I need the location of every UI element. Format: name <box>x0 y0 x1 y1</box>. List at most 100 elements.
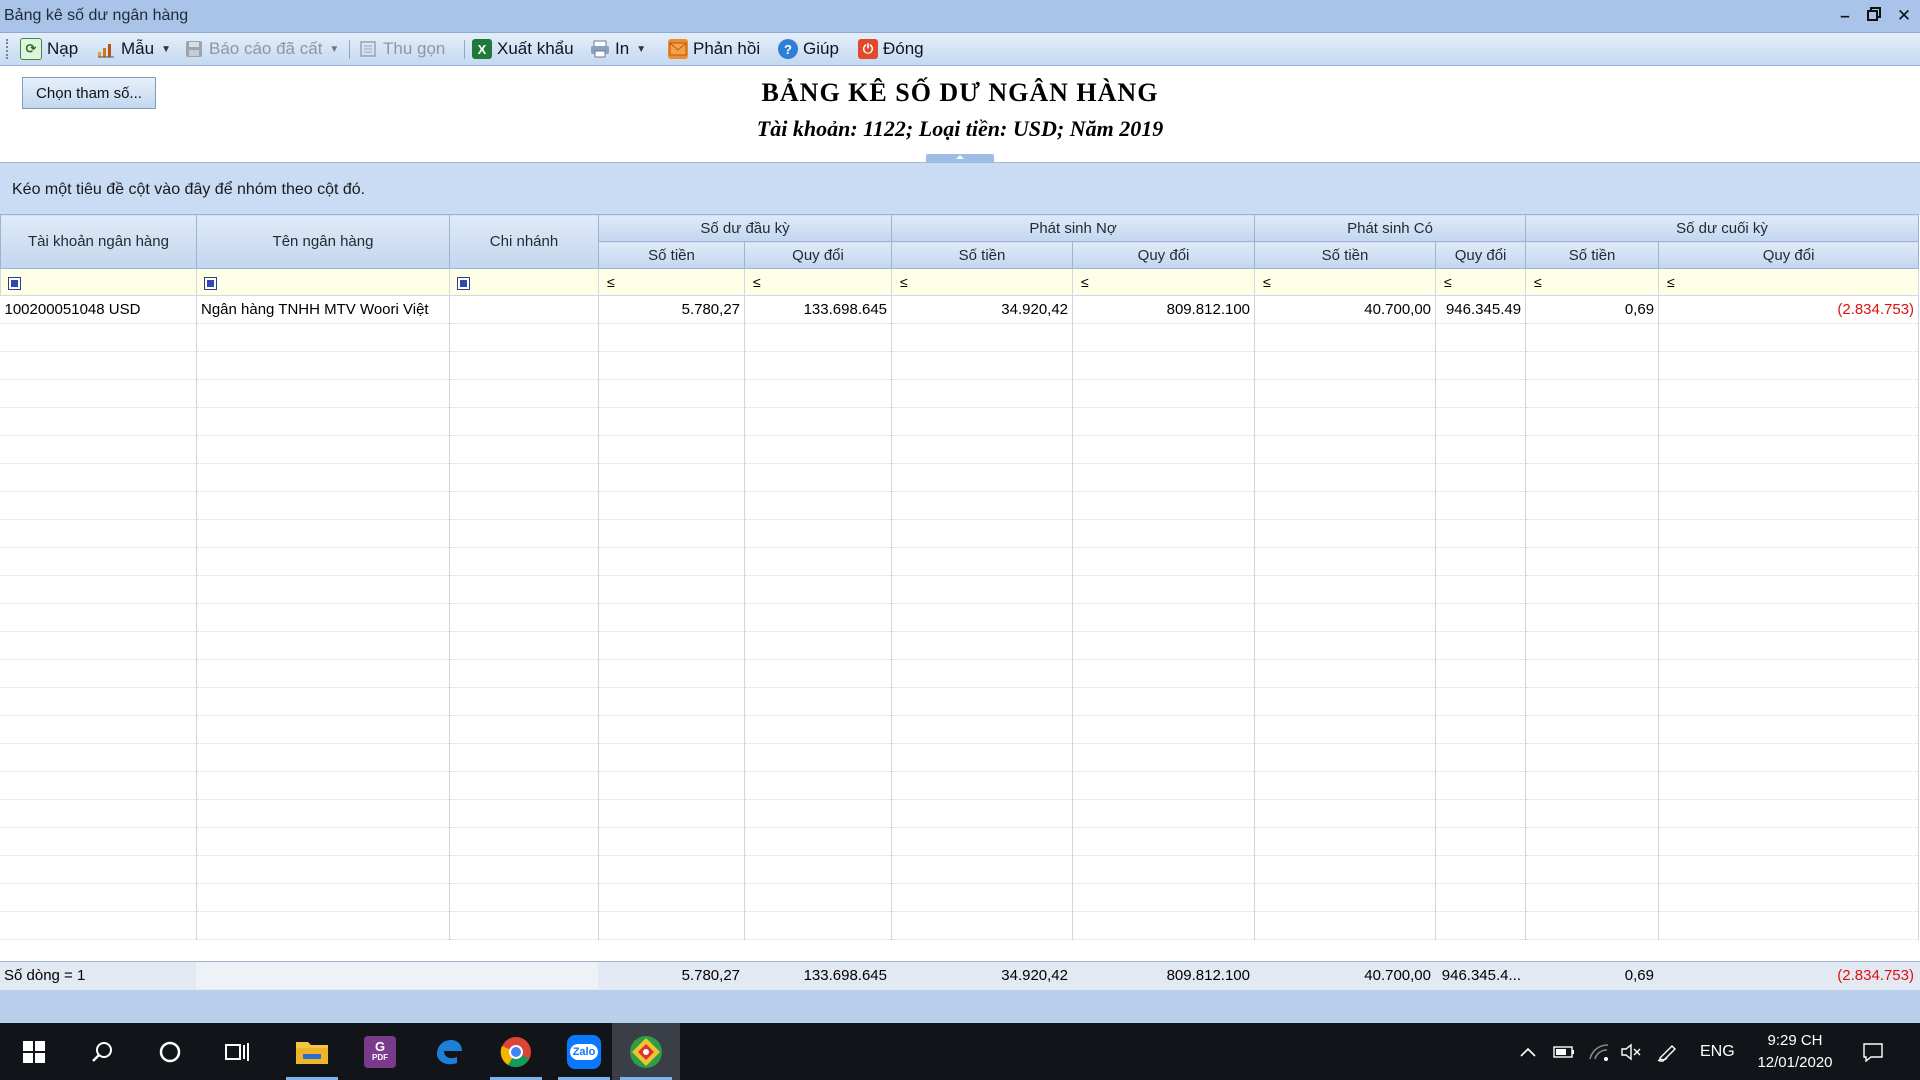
table-row[interactable]: 100200051048 USD Ngân hàng TNHH MTV Woor… <box>0 295 1920 324</box>
template-button[interactable]: Mẫu ▼ <box>96 36 171 62</box>
cell-closing-converted[interactable]: (2.834.753) <box>1658 295 1920 324</box>
cortana-button[interactable] <box>136 1023 204 1080</box>
col-header-closing-converted[interactable]: Quy đổi <box>1658 241 1920 269</box>
export-button[interactable]: X Xuất khẩu <box>472 36 574 62</box>
empty-cell <box>449 407 599 436</box>
cell-branch[interactable] <box>449 295 599 324</box>
cell-bank[interactable]: Ngân hàng TNHH MTV Woori Việt <box>196 295 450 324</box>
input-language[interactable]: ENG <box>1700 1023 1735 1080</box>
col-header-credit-converted[interactable]: Quy đổi <box>1435 241 1527 269</box>
col-header-debit-converted[interactable]: Quy đổi <box>1072 241 1256 269</box>
chrome-button[interactable] <box>482 1023 550 1080</box>
band-header-credit[interactable]: Phát sinh Có <box>1254 214 1527 242</box>
start-button[interactable] <box>0 1023 68 1080</box>
empty-cell <box>598 463 745 492</box>
cell-debit-amount[interactable]: 34.920,42 <box>891 295 1074 324</box>
close-button[interactable]: ⏻ Đóng <box>858 36 924 62</box>
cell-account[interactable]: 100200051048 USD <box>0 295 197 324</box>
cell-opening-converted[interactable]: 133.698.645 <box>744 295 893 324</box>
filter-cell-credit-amount[interactable]: ≤ <box>1254 268 1437 296</box>
minimize-button[interactable]: – <box>1833 4 1857 28</box>
filter-condition-icon[interactable] <box>204 276 217 290</box>
empty-table-row <box>0 799 1920 828</box>
band-header-opening[interactable]: Số dư đầu kỳ <box>597 214 893 242</box>
empty-cell <box>196 911 450 940</box>
summary-footer: Số dòng = 1 5.780,27 133.698.645 34.920,… <box>0 961 1920 991</box>
zalo-button[interactable]: Zalo <box>550 1023 618 1080</box>
restore-button[interactable] <box>1862 4 1886 28</box>
group-by-panel[interactable]: Kéo một tiêu đề cột vào đây để nhóm theo… <box>0 162 1920 215</box>
empty-table-row <box>0 379 1920 408</box>
cell-opening-amount[interactable]: 5.780,27 <box>598 295 745 324</box>
col-header-bank[interactable]: Tên ngân hàng <box>196 214 450 269</box>
empty-cell <box>891 715 1074 744</box>
action-center-button[interactable] <box>1862 1023 1884 1080</box>
filter-cell-closing-converted[interactable]: ≤ <box>1658 268 1920 296</box>
col-header-debit-amount[interactable]: Số tiền <box>891 241 1074 269</box>
filter-condition-icon[interactable] <box>457 276 470 290</box>
filter-cell-bank[interactable] <box>196 268 450 296</box>
filter-operator[interactable]: ≤ <box>1263 274 1271 290</box>
filter-cell-debit-converted[interactable]: ≤ <box>1072 268 1256 296</box>
band-header-closing[interactable]: Số dư cuối kỳ <box>1525 214 1920 242</box>
col-header-opening-amount[interactable]: Số tiền <box>598 241 745 269</box>
cell-closing-amount[interactable]: 0,69 <box>1525 295 1660 324</box>
empty-cell <box>1435 799 1527 828</box>
reload-button[interactable]: ⟳ Nạp <box>20 36 78 62</box>
filter-operator[interactable]: ≤ <box>1081 274 1089 290</box>
print-button[interactable]: In ▼ <box>590 36 646 62</box>
col-header-closing-amount[interactable]: Số tiền <box>1525 241 1660 269</box>
task-view-button[interactable] <box>204 1023 272 1080</box>
filter-operator[interactable]: ≤ <box>607 274 615 290</box>
close-window-button[interactable]: ✕ <box>1892 4 1916 28</box>
edge-button[interactable] <box>414 1023 482 1080</box>
volume-muted-icon[interactable] <box>1620 1023 1642 1080</box>
filter-condition-icon[interactable] <box>8 276 21 290</box>
empty-cell <box>0 883 197 912</box>
empty-cell <box>744 743 893 772</box>
collapse-header-handle[interactable] <box>926 154 994 162</box>
feedback-button[interactable]: Phản hồi <box>668 36 760 62</box>
filter-operator[interactable]: ≤ <box>753 274 761 290</box>
filter-cell-closing-amount[interactable]: ≤ <box>1525 268 1660 296</box>
filter-operator[interactable]: ≤ <box>1667 274 1675 290</box>
filter-operator[interactable]: ≤ <box>1444 274 1452 290</box>
band-header-debit[interactable]: Phát sinh Nợ <box>891 214 1256 242</box>
system-clock[interactable]: 9:29 CH 12/01/2020 <box>1750 1023 1840 1080</box>
collapse-button[interactable]: Thu gọn <box>358 36 445 62</box>
filter-cell-opening-amount[interactable]: ≤ <box>598 268 745 296</box>
empty-cell <box>744 883 893 912</box>
accounting-app-button[interactable] <box>612 1023 680 1080</box>
empty-cell <box>1658 323 1920 352</box>
col-header-branch[interactable]: Chi nhánh <box>449 214 599 269</box>
col-header-account[interactable]: Tài khoản ngân hàng <box>0 214 197 269</box>
cell-debit-converted[interactable]: 809.812.100 <box>1072 295 1256 324</box>
cell-credit-amount[interactable]: 40.700,00 <box>1254 295 1437 324</box>
filter-cell-account[interactable] <box>0 268 197 296</box>
col-header-opening-converted[interactable]: Quy đổi <box>743 241 893 269</box>
file-explorer-button[interactable] <box>278 1023 346 1080</box>
battery-icon[interactable] <box>1553 1023 1575 1080</box>
filter-cell-debit-amount[interactable]: ≤ <box>891 268 1074 296</box>
search-button[interactable] <box>68 1023 136 1080</box>
empty-cell <box>1435 407 1527 436</box>
empty-cell <box>1435 351 1527 380</box>
saved-reports-button[interactable]: Báo cáo đã cất ▼ <box>184 36 339 62</box>
wifi-icon[interactable] <box>1588 1023 1610 1080</box>
empty-cell <box>598 883 745 912</box>
empty-cell <box>196 435 450 464</box>
filter-operator[interactable]: ≤ <box>1534 274 1542 290</box>
help-button[interactable]: ? Giúp <box>778 36 839 62</box>
col-header-credit-amount[interactable]: Số tiền <box>1254 241 1437 269</box>
filter-cell-credit-converted[interactable]: ≤ <box>1435 268 1527 296</box>
cell-credit-converted[interactable]: 946.345.49 <box>1435 295 1527 324</box>
filter-cell-branch[interactable] <box>449 268 599 296</box>
filter-cell-opening-converted[interactable]: ≤ <box>743 268 893 296</box>
pen-icon[interactable] <box>1656 1023 1678 1080</box>
pdf-app-button[interactable]: G PDF <box>346 1023 414 1080</box>
empty-cell <box>1072 687 1256 716</box>
filter-operator[interactable]: ≤ <box>900 274 908 290</box>
show-hidden-icons-button[interactable] <box>1520 1023 1536 1080</box>
footer-credit-converted: 946.345.4... <box>1441 967 1521 984</box>
toolbar-grip[interactable] <box>6 39 12 59</box>
